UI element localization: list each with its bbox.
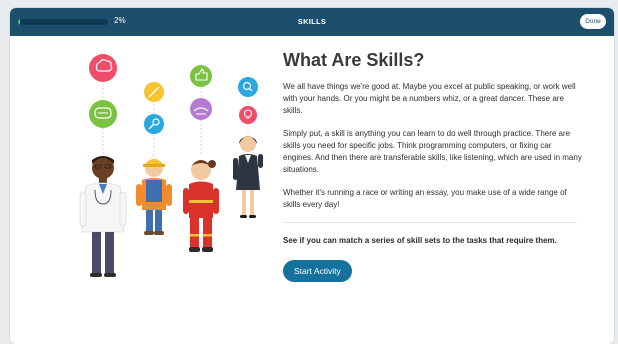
wrench-icon: [144, 114, 164, 134]
doctor-figure: [79, 156, 127, 277]
lightbulb-icon: [239, 106, 257, 124]
paragraph-1: We all have things we're good at. Maybe …: [283, 82, 576, 115]
pencil-icon: [144, 82, 164, 102]
search-icon: [238, 77, 258, 97]
firefighter-figure: [183, 160, 219, 252]
speech-bubble-icon: [89, 100, 117, 128]
hands-icon: [190, 98, 212, 120]
businesswoman-figure: [233, 136, 263, 218]
brain-icon: [89, 54, 117, 82]
top-bar: 2% SKILLS Done: [10, 8, 614, 36]
page-title: SKILLS: [297, 17, 327, 26]
divider: [283, 222, 577, 223]
done-button[interactable]: Done: [580, 14, 606, 29]
thumbs-up-icon: [190, 65, 212, 87]
skills-illustration: [79, 54, 263, 277]
paragraph-3: Whether it's running a race or writing a…: [283, 188, 567, 209]
content-panel: What Are Skills? We all have things we'r…: [283, 50, 583, 282]
activity-prompt: See if you can match a series of skill s…: [283, 236, 557, 245]
worker-figure: [136, 159, 172, 235]
app-frame: 2% SKILLS Done What Are Skills? We all h…: [10, 8, 614, 344]
content-heading: What Are Skills?: [283, 50, 425, 70]
start-activity-button[interactable]: Start Activity: [283, 260, 352, 282]
paragraph-2: Simply put, a skill is anything you can …: [283, 129, 582, 174]
